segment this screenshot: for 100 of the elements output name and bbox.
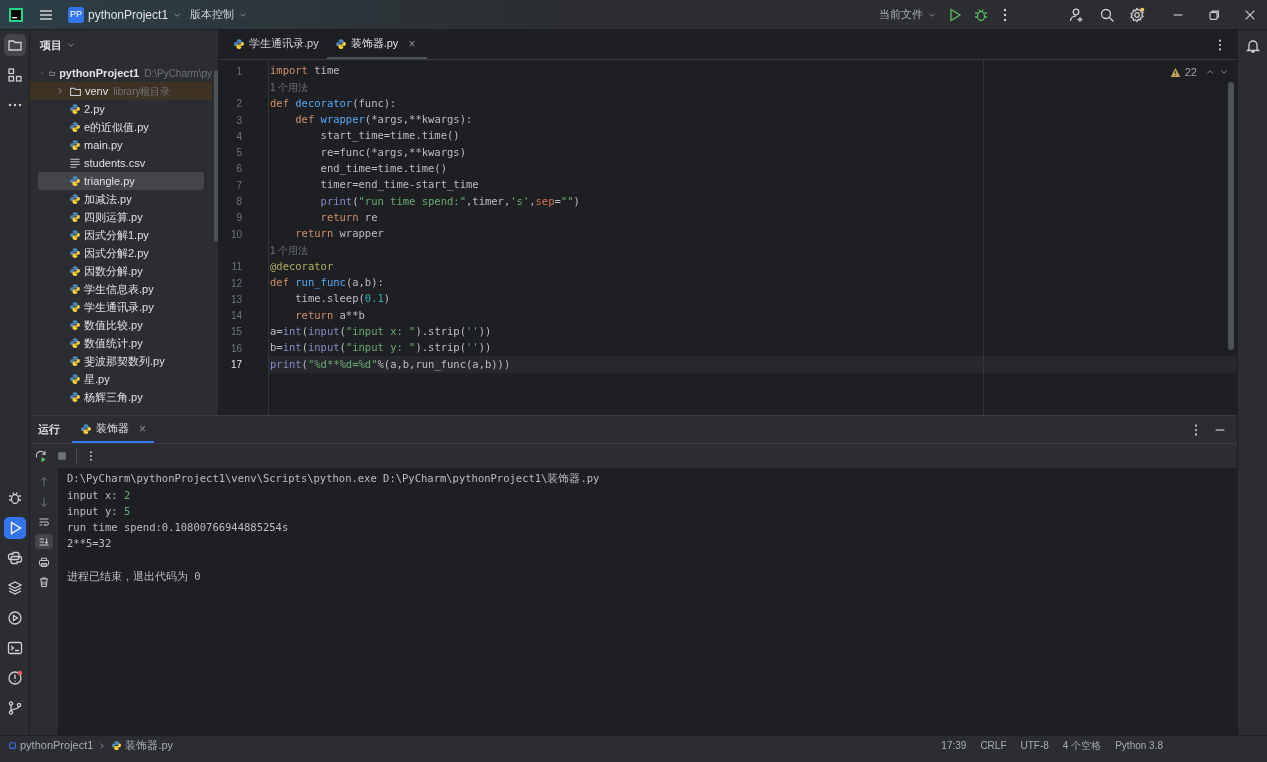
- vcs-menu[interactable]: 版本控制: [190, 6, 249, 23]
- tree-row[interactable]: 因式分解1.py: [30, 226, 212, 244]
- line-number: 16: [230, 341, 242, 356]
- line-number: 7: [236, 178, 242, 193]
- tree-row[interactable]: 四则运算.py: [30, 208, 212, 226]
- code-line: print("%d**%d=%d"%(a,b,run_func(a,b))): [270, 356, 511, 373]
- tree-label: pythonProject1: [59, 65, 140, 81]
- bug-icon: [6, 490, 23, 506]
- close-tab-button[interactable]: ×: [408, 34, 416, 53]
- code-line: import time: [270, 63, 340, 79]
- python-file-icon: [69, 229, 81, 241]
- tree-row[interactable]: 因数分解.py: [30, 262, 212, 280]
- run-tab[interactable]: 装饰器 ×: [72, 416, 154, 443]
- code-line: def decorator(func):: [270, 95, 397, 111]
- print-icon[interactable]: [38, 555, 50, 568]
- project-panel-title[interactable]: 项目: [40, 36, 76, 54]
- console-line: 进程已结束，退出代码为 0: [67, 569, 201, 585]
- tree-label: students.csv: [84, 155, 146, 171]
- tree-row[interactable]: 斐波那契数列.py: [30, 352, 212, 370]
- folder-icon: [6, 37, 23, 53]
- tree-row[interactable]: 加减法.py: [30, 190, 212, 208]
- tool-window-button[interactable]: [3, 517, 26, 539]
- usage-hint[interactable]: 1 个用法: [270, 79, 309, 95]
- soft-wrap-icon[interactable]: [38, 515, 50, 528]
- tree-row[interactable]: 数值比较.py: [30, 316, 212, 334]
- add-user-icon[interactable]: [1069, 6, 1085, 23]
- tree-row[interactable]: pythonProject1 D:\PyCharm\py: [30, 64, 212, 82]
- status-item[interactable]: 4 个空格: [1062, 738, 1102, 753]
- line-number: 3: [236, 113, 242, 128]
- restore-icon[interactable]: [1207, 7, 1221, 22]
- notifications-icon[interactable]: [1244, 38, 1261, 54]
- code-line: time.sleep(0.1): [294, 291, 391, 307]
- tree-row[interactable]: 学生通讯录.py: [30, 298, 212, 316]
- scrollbar[interactable]: [214, 70, 218, 242]
- scrollbar[interactable]: [1228, 82, 1234, 350]
- rerun-icon[interactable]: [34, 449, 48, 463]
- tree-label: 因数分解.py: [84, 263, 143, 279]
- tree-row[interactable]: 因式分解2.py: [30, 244, 212, 262]
- console-line: D:\PyCharm\pythonProject1\venv\Scripts\python.exe D:\PyCharm\pythonProject1\装饰器.py: [67, 471, 600, 487]
- services-icon: [6, 610, 23, 626]
- code-line: a=int(input("input x: ").strip('')): [270, 324, 492, 339]
- status-item[interactable]: CRLF: [980, 738, 1007, 753]
- run-config-selector[interactable]: 当前文件: [879, 6, 937, 23]
- run-icon[interactable]: [947, 6, 963, 23]
- tree-row[interactable]: venv library根目录: [30, 82, 212, 100]
- code-line: return re: [319, 209, 378, 225]
- status-item[interactable]: UTF-8: [1020, 738, 1049, 753]
- settings-icon[interactable]: [1129, 6, 1145, 23]
- tree-row[interactable]: students.csv: [30, 154, 212, 172]
- tree-row[interactable]: 数值统计.py: [30, 334, 212, 352]
- tree-label: 杨辉三角.py: [84, 389, 143, 405]
- code-line: def wrapper(*args,**kwargs):: [294, 112, 473, 128]
- tab-label: 装饰器.py: [350, 36, 399, 52]
- tree-label: 2.py: [84, 101, 105, 117]
- close-tab-button[interactable]: ×: [139, 419, 146, 438]
- editor-tab[interactable]: 装饰器.py ×: [326, 30, 427, 59]
- tree-row[interactable]: e的近似值.py: [30, 118, 212, 136]
- editor-tab[interactable]: 学生通讯录.py: [225, 30, 327, 59]
- python-file-icon: [69, 247, 81, 259]
- warning-count[interactable]: 22: [1184, 64, 1197, 81]
- tree-row[interactable]: 杨辉三角.py: [30, 388, 212, 406]
- python-file-icon: [69, 391, 81, 403]
- status-item[interactable]: 17:39: [941, 738, 967, 753]
- line-number: 14: [230, 309, 242, 324]
- line-number: 11: [231, 260, 242, 275]
- line-number: 15: [230, 325, 242, 340]
- tree-label: 因式分解1.py: [84, 227, 149, 243]
- code-line: return a**b: [294, 307, 365, 323]
- tree-row[interactable]: 2.py: [30, 100, 212, 118]
- structure-icon: [6, 67, 23, 83]
- code-line: re=func(*args,**kwargs): [319, 144, 466, 160]
- debug-icon[interactable]: [973, 6, 989, 23]
- python-file-icon: [69, 193, 81, 205]
- tree-row[interactable]: main.py: [30, 136, 212, 154]
- usage-hint[interactable]: 1 个用法: [270, 242, 309, 258]
- tree-row[interactable]: 星.py: [30, 370, 212, 388]
- breadcrumb-item[interactable]: 装饰器.py: [111, 737, 174, 754]
- python-file-icon: [69, 337, 81, 349]
- scroll-to-end-icon[interactable]: [38, 535, 50, 548]
- breadcrumb-item[interactable]: pythonProject1: [8, 737, 94, 754]
- project-badge: PP: [68, 6, 84, 23]
- python-file-icon: [69, 139, 81, 151]
- search-icon[interactable]: [1099, 6, 1115, 23]
- project-selector[interactable]: PP pythonProject1: [68, 5, 183, 24]
- tree-row[interactable]: 学生信息表.py: [30, 280, 212, 298]
- status-item[interactable]: Python 3.8: [1115, 738, 1163, 753]
- console-line: 2**5=32: [67, 536, 112, 552]
- line-number: 8: [236, 195, 242, 209]
- python-file-icon: [69, 319, 81, 331]
- stop-icon[interactable]: [56, 450, 68, 462]
- code-line: @decorator: [270, 258, 334, 274]
- terminal-icon: [6, 640, 23, 656]
- trash-icon[interactable]: [38, 575, 50, 588]
- tree-label: 四则运算.py: [84, 209, 143, 225]
- warning-icon: [1169, 66, 1181, 78]
- tree-row[interactable]: triangle.py: [38, 172, 204, 190]
- line-number: 10: [230, 227, 242, 242]
- line-number: 9: [236, 211, 242, 226]
- tool-window-button[interactable]: [3, 34, 26, 56]
- tree-label: e的近似值.py: [84, 119, 149, 135]
